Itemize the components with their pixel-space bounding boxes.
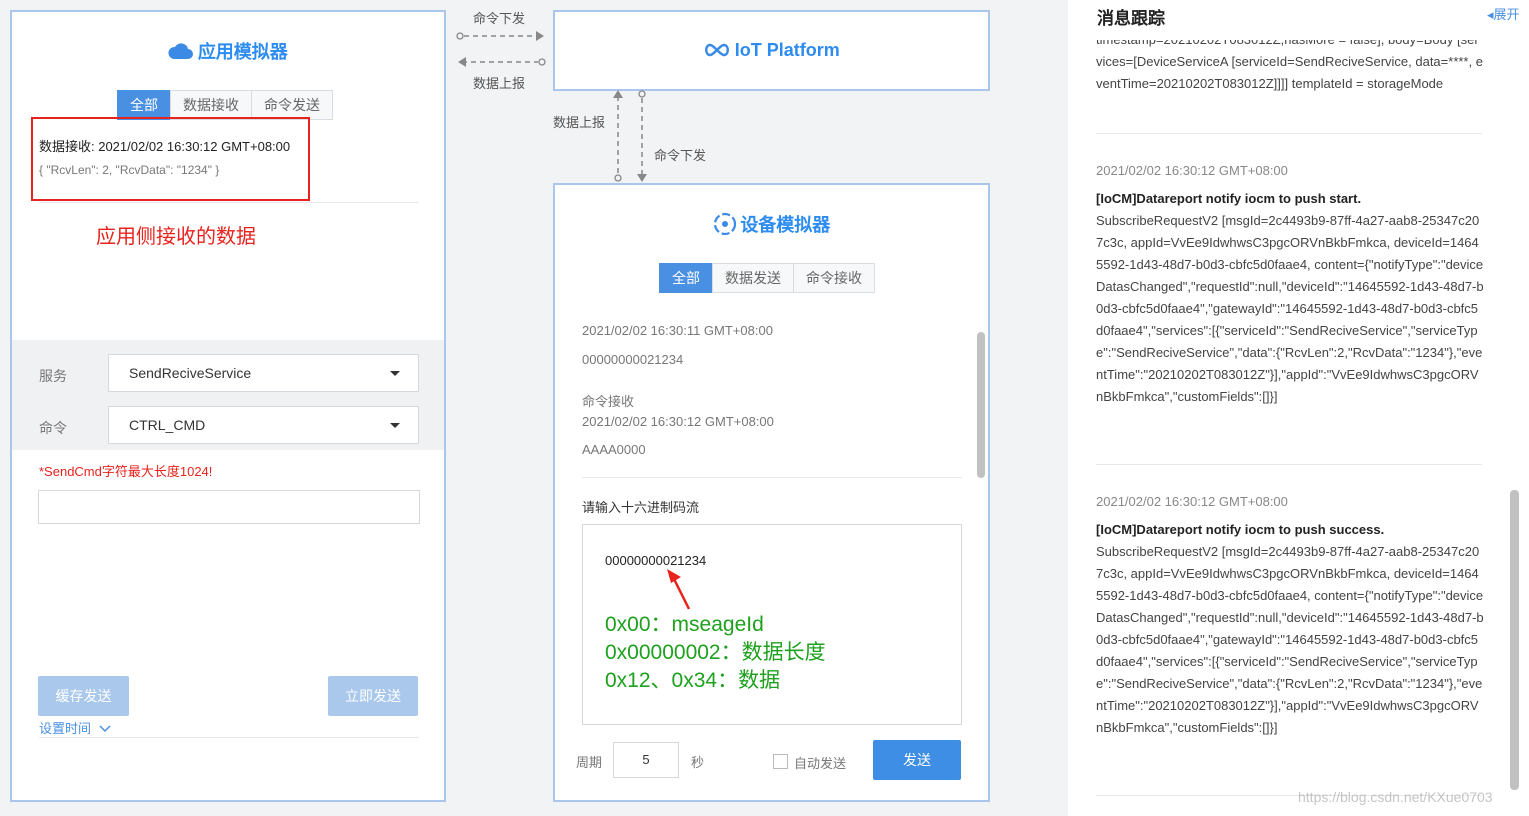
trace-scrollbar[interactable] — [1510, 490, 1519, 790]
device-sim-header: 设备模拟器 — [555, 211, 988, 237]
annotation-app-receive: 应用侧接收的数据 — [96, 226, 256, 248]
device-sim-title: 设备模拟器 — [740, 215, 831, 235]
cache-send-button[interactable]: 缓存发送 — [38, 676, 129, 716]
trace-entry-body: SubscribeRequestV2 [msgId=2c4493b9-87ff-… — [1096, 213, 1484, 404]
command-label: 命令 — [39, 420, 67, 436]
seconds-label: 秒 — [691, 755, 705, 770]
set-time-label: 设置时间 — [39, 721, 92, 736]
log-type-2: 命令接收 — [582, 394, 635, 409]
recv-line: 数据接收: 2021/02/02 16:30:12 GMT+08:00 — [39, 139, 291, 154]
expand-button[interactable]: ◂展开 — [1487, 4, 1520, 23]
flow-cmd-down-v-label: 命令下发 — [654, 148, 707, 163]
cmd-input[interactable] — [38, 490, 420, 524]
infinity-icon — [705, 43, 730, 57]
tab-command-send[interactable]: 命令发送 — [251, 90, 333, 120]
divider — [39, 737, 419, 738]
app-sim-header: 应用模拟器 — [12, 38, 444, 64]
tab-data-send[interactable]: 数据发送 — [712, 263, 794, 293]
log-scrollbar[interactable] — [977, 332, 985, 478]
arrow-right-icon — [456, 31, 544, 41]
annotation-message-id: 0x00：mseageId — [605, 613, 764, 636]
tab-data-receive[interactable]: 数据接收 — [170, 90, 252, 120]
expand-label: 展开 — [1493, 7, 1520, 22]
recv-data: { "RcvLen": 2, "RcvData": "1234" } — [39, 163, 220, 177]
service-select-value: SendReciveService — [129, 365, 252, 381]
chevron-down-icon — [99, 725, 111, 733]
iot-platform-box: IoT Platform — [553, 10, 990, 91]
trace-entry-time: 2021/02/02 16:30:12 GMT+08:00 — [1096, 163, 1288, 178]
annotation-data-length: 0x00000002：数据长度 — [605, 641, 826, 664]
trace-top-text: timestamp=20210202T083012Z,hasMore = fal… — [1096, 40, 1483, 91]
trace-entry-heading: [IoCM]Datareport notify iocm to push suc… — [1096, 522, 1385, 537]
arrow-down-icon — [637, 90, 647, 182]
divider — [39, 202, 419, 203]
trace-entry-heading: [IoCM]Datareport notify iocm to push sta… — [1096, 191, 1362, 206]
red-arrow-icon — [667, 569, 691, 610]
auto-send-label: 自动发送 — [794, 756, 847, 771]
trace-entry-time: 2021/02/02 16:30:12 GMT+08:00 — [1096, 494, 1288, 509]
log-time-2: 2021/02/02 16:30:12 GMT+08:00 — [582, 414, 774, 429]
command-select[interactable]: CTRL_CMD — [108, 406, 419, 444]
send-now-button[interactable]: 立即发送 — [328, 676, 418, 716]
divider — [1096, 133, 1482, 134]
send-button[interactable]: 发送 — [873, 740, 961, 780]
log-data-1: 00000000021234 — [582, 352, 684, 367]
chevron-down-icon — [390, 423, 400, 428]
app-simulator-panel: 应用模拟器 全部 数据接收 命令发送 数据接收: 2021/02/02 16:3… — [10, 10, 446, 802]
service-label: 服务 — [39, 368, 67, 384]
length-hint: *SendCmd字符最大长度1024! — [39, 464, 213, 479]
hex-input-label: 请输入十六进制码流 — [582, 500, 700, 515]
arrow-up-icon — [613, 90, 623, 182]
tab-all[interactable]: 全部 — [659, 263, 713, 293]
period-input[interactable]: 5 — [613, 742, 679, 778]
device-icon — [713, 212, 736, 236]
arrow-left-icon — [458, 57, 546, 67]
hex-input-area[interactable]: 00000000021234 0x00：mseageId 0x00000002：… — [582, 524, 962, 725]
period-label: 周期 — [576, 755, 603, 770]
flow-cmd-down-label: 命令下发 — [473, 11, 526, 26]
message-trace-title: 消息跟踪 — [1097, 9, 1165, 28]
tab-all[interactable]: 全部 — [117, 90, 171, 120]
hex-input-value: 00000000021234 — [605, 553, 707, 568]
app-sim-title: 应用模拟器 — [197, 42, 288, 62]
chevron-down-icon — [390, 371, 400, 376]
flow-data-up-label: 数据上报 — [473, 76, 526, 91]
divider — [1096, 464, 1482, 465]
command-select-value: CTRL_CMD — [129, 417, 206, 433]
set-time-link[interactable]: 设置时间 — [39, 718, 111, 737]
tab-command-receive[interactable]: 命令接收 — [793, 263, 875, 293]
service-select[interactable]: SendReciveService — [108, 354, 419, 392]
auto-send-checkbox[interactable] — [773, 754, 788, 769]
received-data-highlight — [31, 117, 310, 201]
cloud-icon — [168, 43, 194, 59]
annotation-data: 0x12、0x34：数据 — [605, 669, 781, 692]
trace-entry-body: SubscribeRequestV2 [msgId=2c4493b9-87ff-… — [1096, 544, 1484, 735]
watermark: https://blog.csdn.net/KXue0703 — [1298, 789, 1493, 805]
divider — [582, 477, 962, 478]
device-sim-tabs: 全部 数据发送 命令接收 — [659, 263, 875, 293]
flow-data-up-v-label: 数据上报 — [553, 115, 606, 130]
app-sim-tabs: 全部 数据接收 命令发送 — [117, 90, 333, 120]
log-time-1: 2021/02/02 16:30:11 GMT+08:00 — [582, 323, 773, 338]
device-simulator-panel: 设备模拟器 全部 数据发送 命令接收 2021/02/02 16:30:11 G… — [553, 183, 990, 802]
iot-platform-title: IoT Platform — [734, 40, 840, 60]
log-data-2: AAAA0000 — [582, 442, 646, 457]
